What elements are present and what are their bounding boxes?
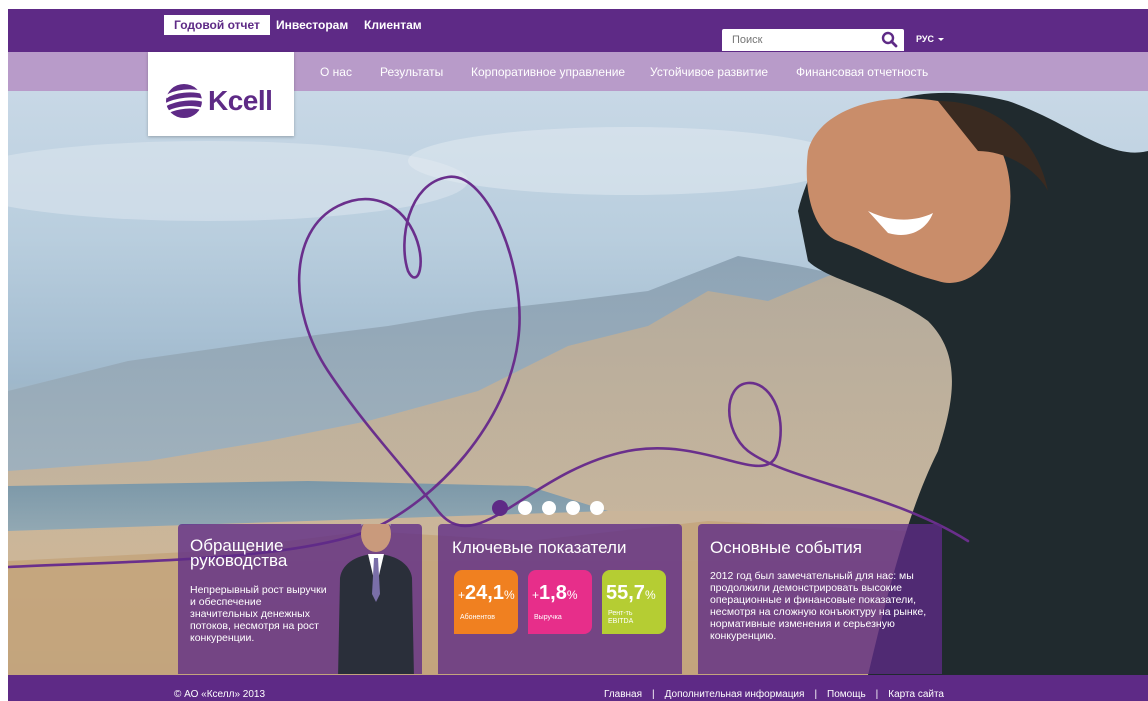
footer: © АО «Кселл» 2013 Главная | Дополнительная… (8, 675, 1148, 701)
metric-unit: % (644, 588, 656, 602)
metric-unit: % (503, 588, 515, 602)
metric-revenue: +1,8% Выручка (528, 570, 592, 634)
panel-title: Ключевые показатели (452, 538, 627, 557)
metric-label: Выручка (534, 614, 562, 621)
copyright: © АО «Кселл» 2013 (174, 689, 266, 700)
carousel-dot-1[interactable] (492, 500, 508, 516)
footer-link-sitemap[interactable]: Карта сайта (888, 689, 944, 700)
separator: | (814, 689, 818, 700)
nav-item-governance[interactable]: Корпоративное управление (471, 65, 625, 79)
caret-down-icon (937, 38, 944, 42)
search-button[interactable] (880, 31, 900, 49)
search-icon (881, 31, 898, 48)
metric-subscribers: +24,1% Абонентов (454, 570, 518, 634)
panel-text: Непрерывный рост выручки и обеспечение з… (190, 584, 327, 644)
carousel-dot-3[interactable] (542, 501, 556, 515)
panel-key-indicators[interactable]: Ключевые показатели +24,1% Абонентов +1,… (438, 524, 682, 674)
metric-sign: + (458, 588, 466, 602)
carousel-dot-4[interactable] (566, 501, 580, 515)
panel-title: Обращение руководства (190, 536, 288, 570)
nav-item-financials[interactable]: Финансовая отчетность (796, 65, 928, 79)
nav-item-results[interactable]: Результаты (380, 65, 443, 79)
nav-item-sustainability[interactable]: Устойчивое развитие (650, 65, 768, 79)
tab-investors[interactable]: Инвесторам (266, 15, 358, 35)
language-label: РУС (916, 34, 934, 44)
metric-label: Рент-ть EBITDA (608, 610, 634, 625)
metric-sign: + (532, 588, 540, 602)
ceo-photo (338, 524, 414, 674)
metric-value: 55,7 (606, 582, 645, 604)
footer-links: Главная | Дополнительная информация | Помощь… (604, 689, 944, 700)
search-box (722, 29, 904, 51)
panel-title: Основные события (710, 538, 862, 557)
panel-management-address[interactable]: Обращение руководства Непрерывный рост в… (178, 524, 422, 674)
separator: | (652, 689, 655, 700)
top-bar: Годовой отчет Инвесторам Клиентам РУС (8, 9, 1148, 52)
footer-link-home[interactable]: Главная (604, 689, 642, 700)
metric-label: Абонентов (460, 614, 495, 621)
tab-customers[interactable]: Клиентам (354, 15, 432, 35)
panel-key-events[interactable]: Основные события 2012 год был замечатель… (698, 524, 942, 674)
metric-value: 1,8 (539, 582, 567, 604)
footer-link-help[interactable]: Помощь (827, 689, 866, 700)
search-input[interactable] (722, 29, 872, 51)
footer-link-additional-info[interactable]: Дополнительная информация (665, 689, 805, 700)
metric-unit: % (566, 588, 578, 602)
kcell-logo[interactable]: Kcell (148, 52, 294, 136)
metric-value: 24,1 (465, 582, 504, 604)
nav-item-about[interactable]: О нас (320, 65, 352, 79)
carousel-dot-2[interactable] (518, 501, 532, 515)
tab-annual-report[interactable]: Годовой отчет (164, 15, 270, 35)
logo-text: Kcell (208, 85, 273, 116)
separator: | (875, 689, 879, 700)
carousel-dot-5[interactable] (590, 501, 604, 515)
language-selector[interactable]: РУС (916, 34, 944, 44)
panel-text: 2012 год был замечательный для нас: мы п… (710, 570, 927, 642)
metric-ebitda-margin: 55,7% Рент-ть EBITDA (602, 570, 666, 634)
kcell-logo-mark-icon (164, 84, 206, 118)
